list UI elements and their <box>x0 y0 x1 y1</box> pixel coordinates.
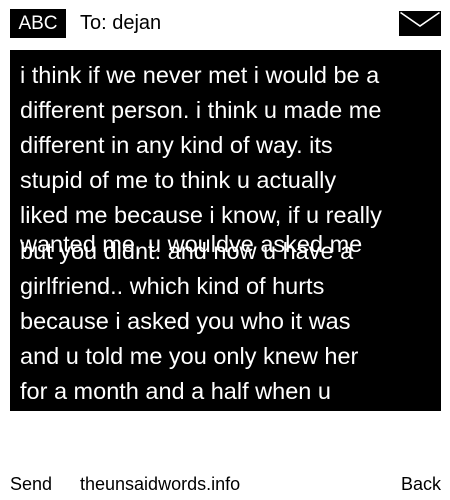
message-line: but you didnt. and now u have a <box>20 238 354 264</box>
message-body[interactable]: i think if we never met i would be a dif… <box>10 50 441 411</box>
message-line: for a month and a half when u <box>20 378 331 404</box>
message-line: stupid of me to think u actually <box>20 167 337 193</box>
compose-header: ABC To: dejan <box>0 0 450 46</box>
message-line: different in any kind of way. its <box>20 132 333 158</box>
input-mode-badge[interactable]: ABC <box>10 9 66 38</box>
message-line: because i asked you who it was <box>20 308 351 334</box>
envelope-icon[interactable] <box>399 11 441 36</box>
back-button[interactable]: Back <box>401 472 441 496</box>
message-line: and u told me you only knew her <box>20 343 359 369</box>
site-label: theunsaidwords.info <box>80 474 241 494</box>
recipient-field[interactable]: To: dejan <box>80 9 161 38</box>
send-button[interactable]: Send <box>10 472 52 496</box>
message-line: girlfriend.. which kind of hurts <box>20 273 325 299</box>
message-line: liked me because i know, if u really <box>20 202 382 228</box>
message-line: i think if we never met i would be a <box>20 62 380 88</box>
message-line: different person. i think u made me <box>20 97 382 123</box>
